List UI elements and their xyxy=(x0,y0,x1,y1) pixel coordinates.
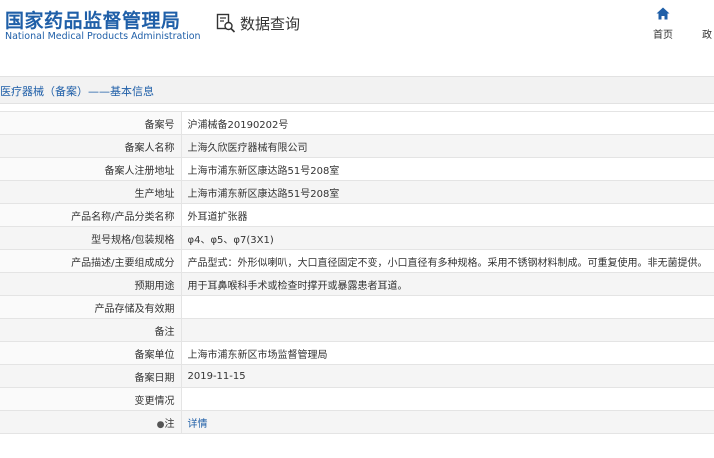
field-value: 上海久欣医疗器械有限公司 xyxy=(181,134,714,158)
field-label: 型号规格/包装规格 xyxy=(0,226,182,250)
nav-home-label: 首页 xyxy=(653,30,673,41)
note-label: 注 xyxy=(164,418,175,430)
site-logo-title[interactable]: 国家药品监督管理局 xyxy=(5,6,181,33)
note-value-cell: 详情 xyxy=(181,410,714,434)
field-label: 备案号 xyxy=(0,111,182,135)
field-value: 用于耳鼻喉科手术或检查时撑开或暴露患者耳道。 xyxy=(181,272,714,296)
field-value xyxy=(181,295,714,319)
field-label: 备注 xyxy=(0,318,182,342)
table-row: 备案人名称 上海久欣医疗器械有限公司 xyxy=(0,134,714,158)
table-row: 备案日期 2019-11-15 xyxy=(0,364,714,388)
data-query-heading[interactable]: 数据查询 xyxy=(216,12,300,34)
field-label: 产品描述/主要组成成分 xyxy=(0,249,182,273)
field-label: 变更情况 xyxy=(0,387,182,411)
page: 国家药品监督管理局 National Medical Products Admi… xyxy=(0,0,714,458)
table-row: 变更情况 xyxy=(0,387,714,411)
table-row: 产品存储及有效期 xyxy=(0,295,714,319)
table-row: 备案人注册地址 上海市浦东新区康达路51号208室 xyxy=(0,157,714,181)
table-row: 生产地址 上海市浦东新区康达路51号208室 xyxy=(0,180,714,204)
field-value: 上海市浦东新区康达路51号208室 xyxy=(181,180,714,204)
field-value: 上海市浦东新区市场监督管理局 xyxy=(181,341,714,365)
site-logo-subtitle[interactable]: National Medical Products Administration xyxy=(5,31,201,42)
field-value: 产品型式：外形似喇叭，大口直径固定不变，小口直径有多种规格。采用不锈钢材料制成。… xyxy=(181,249,714,273)
table-row: 产品名称/产品分类名称 外耳道扩张器 xyxy=(0,203,714,227)
table-row: 备案单位 上海市浦东新区市场监督管理局 xyxy=(0,341,714,365)
field-label: 备案人注册地址 xyxy=(0,157,182,181)
field-value xyxy=(181,318,714,342)
data-query-label: 数据查询 xyxy=(240,14,301,33)
field-label: 生产地址 xyxy=(0,180,182,204)
nav-gov-link[interactable]: 政 xyxy=(702,26,712,41)
table-row: 备注 xyxy=(0,318,714,342)
field-label: 预期用途 xyxy=(0,272,182,296)
site-header: 国家药品监督管理局 National Medical Products Admi… xyxy=(0,0,714,70)
field-value: φ4、φ5、φ7(3X1) xyxy=(181,226,714,250)
nav-home-link[interactable]: 首页 xyxy=(646,7,680,41)
field-value xyxy=(181,387,714,411)
pin-icon: ● xyxy=(156,419,165,430)
document-search-icon xyxy=(216,13,236,33)
field-label: 产品存储及有效期 xyxy=(0,295,182,319)
table-row: 型号规格/包装规格 φ4、φ5、φ7(3X1) xyxy=(0,226,714,250)
home-icon xyxy=(646,7,680,20)
section-header: 医疗器械（备案）——基本信息 xyxy=(0,76,714,104)
table-row: 备案号 沪浦械备20190202号 xyxy=(0,111,714,135)
field-value: 沪浦械备20190202号 xyxy=(181,111,714,135)
note-row: ●注 详情 xyxy=(0,410,714,434)
section-title: 医疗器械（备案）——基本信息 xyxy=(0,85,154,98)
field-value: 外耳道扩张器 xyxy=(181,203,714,227)
field-value: 上海市浦东新区康达路51号208室 xyxy=(181,157,714,181)
details-link[interactable]: 详情 xyxy=(188,419,208,430)
field-label: 备案人名称 xyxy=(0,134,182,158)
table-row: 产品描述/主要组成成分 产品型式：外形似喇叭，大口直径固定不变，小口直径有多种规… xyxy=(0,249,714,273)
detail-table: 备案号 沪浦械备20190202号 备案人名称 上海久欣医疗器械有限公司 备案人… xyxy=(0,111,714,434)
field-label: 产品名称/产品分类名称 xyxy=(0,203,182,227)
field-label: 备案日期 xyxy=(0,364,182,388)
field-value: 2019-11-15 xyxy=(181,364,714,388)
field-label: 备案单位 xyxy=(0,341,182,365)
table-row: 预期用途 用于耳鼻喉科手术或检查时撑开或暴露患者耳道。 xyxy=(0,272,714,296)
note-label-cell: ●注 xyxy=(0,410,182,434)
